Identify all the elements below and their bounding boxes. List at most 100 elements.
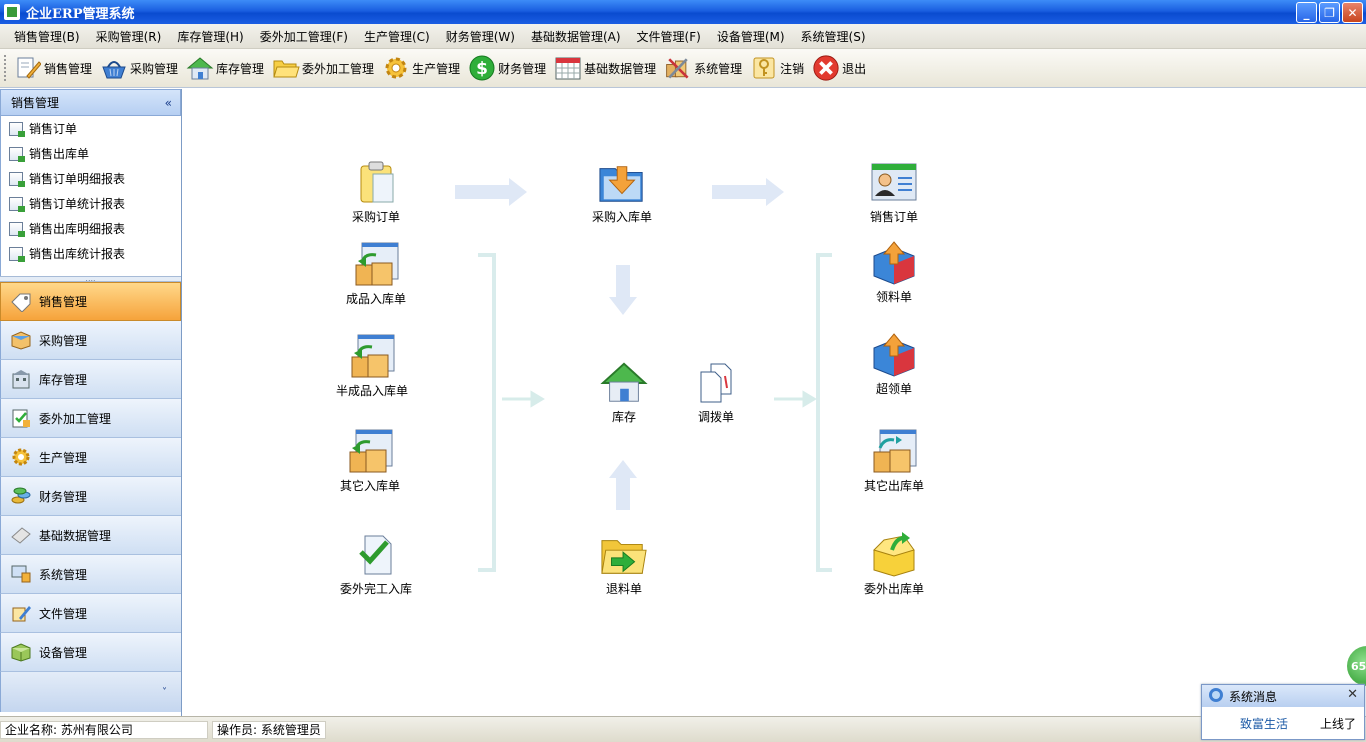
left-navigation-panel: 销售管理 « 销售订单 销售出库单 销售订单明细报表 销售订单统计报表 销售出库… bbox=[0, 89, 182, 716]
node-other-inbound[interactable]: 其它入库单 bbox=[320, 428, 420, 494]
node-sales-order[interactable]: 销售订单 bbox=[844, 159, 944, 225]
document-pen-icon bbox=[9, 602, 33, 624]
list-item-sales-outbound-stat-report[interactable]: 销售出库统计报表 bbox=[1, 241, 181, 266]
toolbar-purchase-button[interactable]: 采购管理 bbox=[100, 54, 178, 82]
node-other-outbound[interactable]: 其它出库单 bbox=[844, 428, 944, 494]
menu-outsource[interactable]: 委外加工管理(F) bbox=[252, 28, 356, 45]
left-panel-header: 销售管理 « bbox=[0, 89, 181, 116]
nav-group-label: 采购管理 bbox=[39, 333, 88, 348]
list-item-sales-order[interactable]: 销售订单 bbox=[1, 116, 181, 141]
collapse-chevron-icon[interactable]: « bbox=[165, 96, 172, 110]
list-item-sales-order-stat-report[interactable]: 销售订单统计报表 bbox=[1, 191, 181, 216]
node-semi-inbound[interactable]: 半成品入库单 bbox=[322, 333, 422, 399]
nav-group-label: 文件管理 bbox=[39, 606, 88, 621]
building-icon bbox=[9, 368, 33, 390]
monitor-icon bbox=[9, 563, 33, 585]
boxes-outbound-icon bbox=[870, 428, 918, 476]
message-bubble-icon bbox=[1208, 687, 1224, 706]
eraser-icon bbox=[9, 524, 33, 546]
nav-group-outsource[interactable]: 委外加工管理 bbox=[0, 399, 181, 438]
list-item-sales-outbound[interactable]: 销售出库单 bbox=[1, 141, 181, 166]
node-purchase-order[interactable]: 采购订单 bbox=[326, 159, 426, 225]
menu-purchase[interactable]: 采购管理(R) bbox=[88, 28, 170, 45]
menu-finance[interactable]: 财务管理(W) bbox=[438, 28, 523, 45]
close-button[interactable]: ✕ bbox=[1342, 2, 1363, 23]
menu-equipment[interactable]: 设备管理(M) bbox=[709, 28, 793, 45]
node-finished-inbound[interactable]: 成品入库单 bbox=[326, 241, 426, 307]
exit-icon bbox=[812, 54, 840, 82]
nav-group-inventory[interactable]: 库存管理 bbox=[0, 360, 181, 399]
menu-bar: 销售管理(B) 采购管理(R) 库存管理(H) 委外加工管理(F) 生产管理(C… bbox=[0, 24, 1366, 49]
toolbar-system-button[interactable]: 系统管理 bbox=[664, 54, 742, 82]
nav-group-basedata[interactable]: 基础数据管理 bbox=[0, 516, 181, 555]
close-icon[interactable]: ✕ bbox=[1347, 687, 1358, 702]
title-bar: 企业ERP管理系统 _ ❐ ✕ bbox=[0, 0, 1366, 24]
system-message-title: 系统消息 bbox=[1229, 689, 1278, 704]
toolbar-sales-button[interactable]: 销售管理 bbox=[14, 54, 92, 82]
nav-group-finance[interactable]: 财务管理 bbox=[0, 477, 181, 516]
node-inventory[interactable]: 库存 bbox=[574, 359, 674, 425]
list-item-label: 销售出库明细报表 bbox=[29, 222, 126, 236]
window-title: 企业ERP管理系统 bbox=[26, 6, 135, 22]
list-item-sales-order-detail-report[interactable]: 销售订单明细报表 bbox=[1, 166, 181, 191]
node-material-requisition[interactable]: 领料单 bbox=[844, 239, 944, 305]
nav-group-system[interactable]: 系统管理 bbox=[0, 555, 181, 594]
message-user-link[interactable]: 致富生活 bbox=[1240, 715, 1288, 732]
pencil-doc-icon bbox=[14, 54, 42, 82]
tools-icon bbox=[664, 54, 692, 82]
node-purchase-inbound[interactable]: 采购入库单 bbox=[572, 159, 672, 225]
company-name: 企业名称: 苏州有限公司 bbox=[0, 720, 208, 739]
message-status-text: 上线了 bbox=[1319, 717, 1356, 731]
boxes-inbound-icon bbox=[352, 241, 400, 289]
list-item-label: 销售出库统计报表 bbox=[29, 247, 126, 261]
box-up-icon bbox=[870, 239, 918, 287]
menu-sales[interactable]: 销售管理(B) bbox=[6, 28, 88, 45]
package-icon bbox=[9, 641, 33, 663]
toolbar-purchase-label: 采购管理 bbox=[130, 61, 179, 76]
toolbar-grip[interactable] bbox=[4, 55, 8, 81]
minimize-button[interactable]: _ bbox=[1296, 2, 1317, 23]
toolbar-basedata-button[interactable]: 基础数据管理 bbox=[554, 54, 656, 82]
boxes-inbound-icon bbox=[348, 333, 396, 381]
menu-basedata[interactable]: 基础数据管理(A) bbox=[523, 28, 629, 45]
nav-footer-expand[interactable]: ˅ bbox=[0, 672, 181, 712]
toolbar-finance-label: 财务管理 bbox=[498, 61, 547, 76]
key-icon bbox=[750, 54, 778, 82]
arrow-down-icon bbox=[609, 265, 637, 315]
restore-button[interactable]: ❐ bbox=[1319, 2, 1340, 23]
node-transfer[interactable]: 调拨单 bbox=[666, 359, 766, 425]
clipboard-icon bbox=[352, 159, 400, 207]
menu-inventory[interactable]: 库存管理(H) bbox=[169, 28, 251, 45]
toolbar-inventory-button[interactable]: 库存管理 bbox=[186, 54, 264, 82]
toolbar-outsource-button[interactable]: 委外加工管理 bbox=[272, 54, 374, 82]
list-item-label: 销售订单统计报表 bbox=[29, 197, 126, 211]
basket-icon bbox=[100, 54, 128, 82]
nav-group-production[interactable]: 生产管理 bbox=[0, 438, 181, 477]
folder-icon bbox=[272, 54, 300, 82]
nav-group-sales[interactable]: 销售管理 bbox=[0, 282, 181, 321]
toolbar-sales-label: 销售管理 bbox=[44, 61, 93, 76]
toolbar-production-button[interactable]: 生产管理 bbox=[382, 54, 460, 82]
nav-group-files[interactable]: 文件管理 bbox=[0, 594, 181, 633]
nav-group-purchase[interactable]: 采购管理 bbox=[0, 321, 181, 360]
toolbar-exit-button[interactable]: 退出 bbox=[812, 54, 866, 82]
list-item-sales-outbound-detail-report[interactable]: 销售出库明细报表 bbox=[1, 216, 181, 241]
node-outsource-outbound[interactable]: 委外出库单 bbox=[844, 531, 944, 597]
node-material-return[interactable]: 退料单 bbox=[574, 531, 674, 597]
node-outsource-done-inbound[interactable]: 委外完工入库 bbox=[326, 531, 426, 597]
menu-files[interactable]: 文件管理(F) bbox=[629, 28, 709, 45]
bracket-outbound bbox=[816, 253, 832, 572]
tag-icon bbox=[9, 291, 33, 313]
box-icon bbox=[9, 329, 33, 351]
folder-download-icon bbox=[598, 159, 646, 207]
menu-system[interactable]: 系统管理(S) bbox=[793, 28, 874, 45]
menu-production[interactable]: 生产管理(C) bbox=[356, 28, 438, 45]
chevron-down-icon[interactable]: ˅ bbox=[162, 687, 167, 698]
toolbar-logout-button[interactable]: 注销 bbox=[750, 54, 804, 82]
nav-group-equipment[interactable]: 设备管理 bbox=[0, 633, 181, 672]
list-item-label: 销售订单明细报表 bbox=[29, 172, 126, 186]
toolbar-finance-button[interactable]: $ 财务管理 bbox=[468, 54, 546, 82]
node-over-requisition[interactable]: 超领单 bbox=[844, 331, 944, 397]
folder-return-icon bbox=[600, 531, 648, 579]
toolbar-basedata-label: 基础数据管理 bbox=[584, 61, 657, 76]
